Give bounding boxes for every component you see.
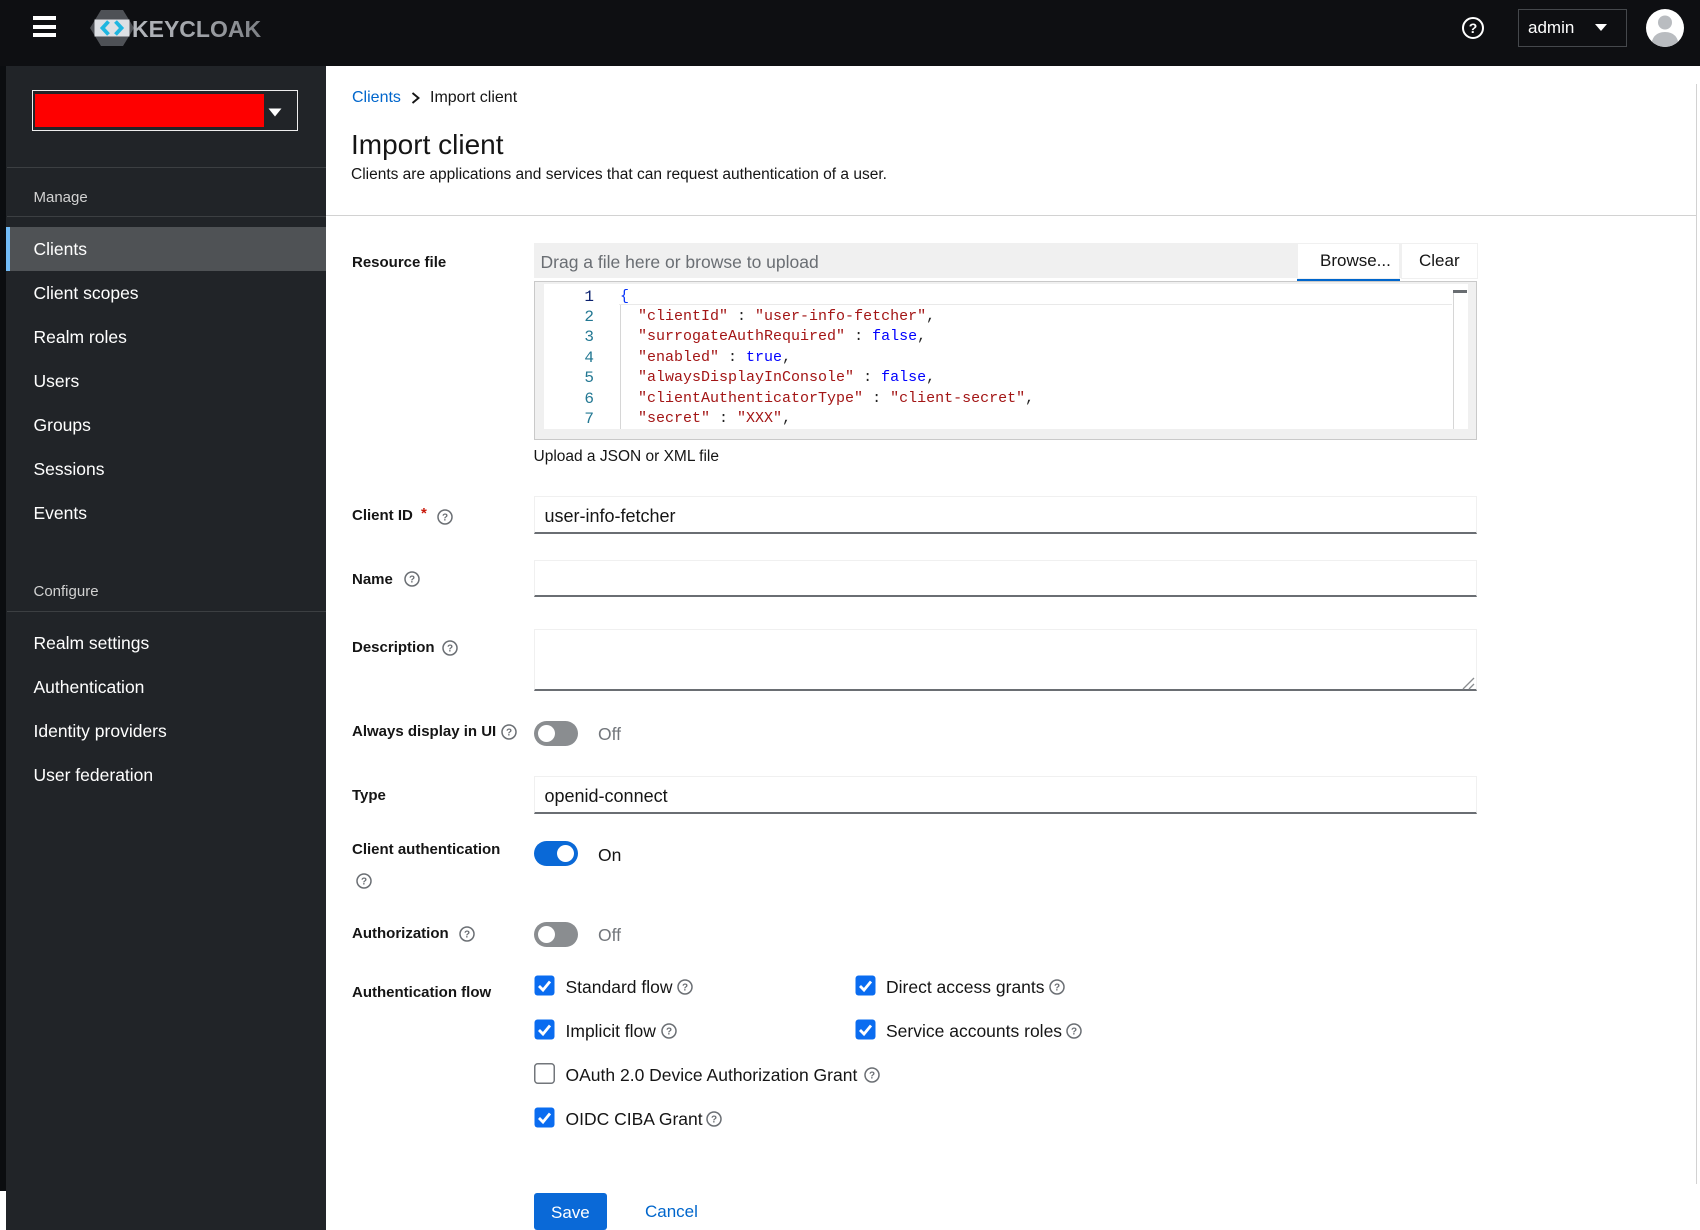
svg-text:?: ? bbox=[408, 575, 414, 586]
svg-text:?: ? bbox=[682, 983, 688, 994]
svg-text:?: ? bbox=[446, 644, 452, 655]
svg-text:?: ? bbox=[361, 877, 367, 888]
svg-text:?: ? bbox=[666, 1027, 672, 1038]
svg-text:?: ? bbox=[711, 1115, 717, 1126]
svg-text:?: ? bbox=[1071, 1027, 1077, 1038]
svg-text:?: ? bbox=[869, 1071, 875, 1082]
svg-text:?: ? bbox=[505, 727, 511, 738]
svg-text:?: ? bbox=[463, 929, 469, 940]
svg-text:?: ? bbox=[1054, 983, 1060, 994]
svg-text:?: ? bbox=[1469, 20, 1478, 36]
svg-text:?: ? bbox=[441, 513, 447, 524]
svg-text:KEYCLOAK: KEYCLOAK bbox=[132, 16, 261, 42]
